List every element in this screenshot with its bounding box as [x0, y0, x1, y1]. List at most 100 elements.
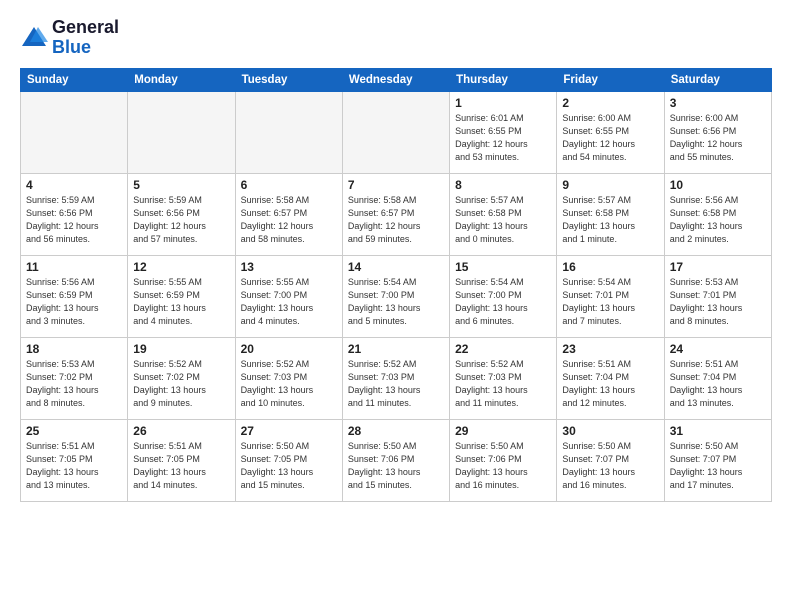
calendar-cell: 2 Sunrise: 6:00 AM Sunset: 6:55 PM Daylig… — [557, 91, 664, 173]
day-number: 8 — [455, 178, 551, 192]
day-number: 4 — [26, 178, 122, 192]
day-info: Sunrise: 5:56 AM Sunset: 6:58 PM Dayligh… — [670, 194, 766, 246]
day-number: 2 — [562, 96, 658, 110]
day-number: 25 — [26, 424, 122, 438]
day-number: 10 — [670, 178, 766, 192]
calendar-cell: 11Sunrise: 5:56 AM Sunset: 6:59 PM Dayli… — [21, 255, 128, 337]
day-info: Sunrise: 5:59 AM Sunset: 6:56 PM Dayligh… — [26, 194, 122, 246]
calendar-cell: 6Sunrise: 5:58 AM Sunset: 6:57 PM Daylig… — [235, 173, 342, 255]
day-info: Sunrise: 5:50 AM Sunset: 7:05 PM Dayligh… — [241, 440, 337, 492]
day-info: Sunrise: 5:51 AM Sunset: 7:04 PM Dayligh… — [670, 358, 766, 410]
logo-icon — [20, 24, 48, 52]
calendar-cell: 1Sunrise: 6:01 AM Sunset: 6:55 PM Daylig… — [450, 91, 557, 173]
calendar-header-tuesday: Tuesday — [235, 68, 342, 91]
day-number: 17 — [670, 260, 766, 274]
logo-text: General Blue — [52, 18, 119, 58]
day-number: 20 — [241, 342, 337, 356]
day-number: 28 — [348, 424, 444, 438]
day-info: Sunrise: 5:57 AM Sunset: 6:58 PM Dayligh… — [562, 194, 658, 246]
header: General Blue — [20, 18, 772, 58]
day-number: 9 — [562, 178, 658, 192]
calendar-cell: 3 Sunrise: 6:00 AM Sunset: 6:56 PM Daylig… — [664, 91, 771, 173]
day-number: 19 — [133, 342, 229, 356]
day-number: 3 — [670, 96, 766, 110]
day-info: Sunrise: 5:52 AM Sunset: 7:03 PM Dayligh… — [348, 358, 444, 410]
day-number: 13 — [241, 260, 337, 274]
calendar-cell: 10 Sunrise: 5:56 AM Sunset: 6:58 PM Dayli… — [664, 173, 771, 255]
day-info: Sunrise: 5:58 AM Sunset: 6:57 PM Dayligh… — [348, 194, 444, 246]
calendar-cell: 23Sunrise: 5:51 AM Sunset: 7:04 PM Dayli… — [557, 337, 664, 419]
day-info: Sunrise: 5:55 AM Sunset: 6:59 PM Dayligh… — [133, 276, 229, 328]
day-number: 24 — [670, 342, 766, 356]
calendar-header-monday: Monday — [128, 68, 235, 91]
day-number: 29 — [455, 424, 551, 438]
calendar-cell: 7 Sunrise: 5:58 AM Sunset: 6:57 PM Daylig… — [342, 173, 449, 255]
day-number: 7 — [348, 178, 444, 192]
day-info: Sunrise: 5:56 AM Sunset: 6:59 PM Dayligh… — [26, 276, 122, 328]
day-info: Sunrise: 5:51 AM Sunset: 7:05 PM Dayligh… — [26, 440, 122, 492]
day-number: 21 — [348, 342, 444, 356]
day-info: Sunrise: 6:01 AM Sunset: 6:55 PM Dayligh… — [455, 112, 551, 164]
day-info: Sunrise: 5:50 AM Sunset: 7:07 PM Dayligh… — [670, 440, 766, 492]
calendar-cell — [128, 91, 235, 173]
calendar-cell — [235, 91, 342, 173]
calendar-cell: 30Sunrise: 5:50 AM Sunset: 7:07 PM Dayli… — [557, 419, 664, 501]
day-number: 16 — [562, 260, 658, 274]
day-info: Sunrise: 5:59 AM Sunset: 6:56 PM Dayligh… — [133, 194, 229, 246]
calendar-week-5: 25 Sunrise: 5:51 AM Sunset: 7:05 PM Dayli… — [21, 419, 772, 501]
calendar-cell: 15Sunrise: 5:54 AM Sunset: 7:00 PM Dayli… — [450, 255, 557, 337]
calendar-cell: 18 Sunrise: 5:53 AM Sunset: 7:02 PM Dayli… — [21, 337, 128, 419]
calendar-header-sunday: Sunday — [21, 68, 128, 91]
day-info: Sunrise: 5:52 AM Sunset: 7:03 PM Dayligh… — [241, 358, 337, 410]
day-number: 14 — [348, 260, 444, 274]
calendar-header-row: SundayMondayTuesdayWednesdayThursdayFrid… — [21, 68, 772, 91]
calendar-cell: 29Sunrise: 5:50 AM Sunset: 7:06 PM Dayli… — [450, 419, 557, 501]
calendar-cell: 8 Sunrise: 5:57 AM Sunset: 6:58 PM Daylig… — [450, 173, 557, 255]
calendar-cell: 21 Sunrise: 5:52 AM Sunset: 7:03 PM Dayli… — [342, 337, 449, 419]
calendar-header-wednesday: Wednesday — [342, 68, 449, 91]
day-number: 18 — [26, 342, 122, 356]
calendar-cell: 24 Sunrise: 5:51 AM Sunset: 7:04 PM Dayli… — [664, 337, 771, 419]
day-info: Sunrise: 5:54 AM Sunset: 7:00 PM Dayligh… — [348, 276, 444, 328]
day-info: Sunrise: 5:53 AM Sunset: 7:02 PM Dayligh… — [26, 358, 122, 410]
day-info: Sunrise: 6:00 AM Sunset: 6:55 PM Dayligh… — [562, 112, 658, 164]
calendar-cell: 22 Sunrise: 5:52 AM Sunset: 7:03 PM Dayli… — [450, 337, 557, 419]
calendar-cell: 9 Sunrise: 5:57 AM Sunset: 6:58 PM Daylig… — [557, 173, 664, 255]
day-info: Sunrise: 6:00 AM Sunset: 6:56 PM Dayligh… — [670, 112, 766, 164]
calendar-cell: 16 Sunrise: 5:54 AM Sunset: 7:01 PM Dayli… — [557, 255, 664, 337]
day-info: Sunrise: 5:52 AM Sunset: 7:03 PM Dayligh… — [455, 358, 551, 410]
day-number: 27 — [241, 424, 337, 438]
calendar-week-3: 11Sunrise: 5:56 AM Sunset: 6:59 PM Dayli… — [21, 255, 772, 337]
day-info: Sunrise: 5:51 AM Sunset: 7:05 PM Dayligh… — [133, 440, 229, 492]
calendar-cell — [342, 91, 449, 173]
calendar-cell: 5 Sunrise: 5:59 AM Sunset: 6:56 PM Daylig… — [128, 173, 235, 255]
day-info: Sunrise: 5:57 AM Sunset: 6:58 PM Dayligh… — [455, 194, 551, 246]
calendar-header-saturday: Saturday — [664, 68, 771, 91]
day-info: Sunrise: 5:52 AM Sunset: 7:02 PM Dayligh… — [133, 358, 229, 410]
calendar-week-2: 4 Sunrise: 5:59 AM Sunset: 6:56 PM Daylig… — [21, 173, 772, 255]
day-number: 31 — [670, 424, 766, 438]
day-info: Sunrise: 5:53 AM Sunset: 7:01 PM Dayligh… — [670, 276, 766, 328]
calendar-cell: 12 Sunrise: 5:55 AM Sunset: 6:59 PM Dayli… — [128, 255, 235, 337]
calendar-cell: 25 Sunrise: 5:51 AM Sunset: 7:05 PM Dayli… — [21, 419, 128, 501]
day-number: 23 — [562, 342, 658, 356]
calendar-cell: 28 Sunrise: 5:50 AM Sunset: 7:06 PM Dayli… — [342, 419, 449, 501]
day-number: 5 — [133, 178, 229, 192]
day-number: 22 — [455, 342, 551, 356]
day-info: Sunrise: 5:54 AM Sunset: 7:01 PM Dayligh… — [562, 276, 658, 328]
calendar-week-1: 1Sunrise: 6:01 AM Sunset: 6:55 PM Daylig… — [21, 91, 772, 173]
day-number: 26 — [133, 424, 229, 438]
calendar-table: SundayMondayTuesdayWednesdayThursdayFrid… — [20, 68, 772, 502]
calendar-cell: 31 Sunrise: 5:50 AM Sunset: 7:07 PM Dayli… — [664, 419, 771, 501]
calendar-cell: 27 Sunrise: 5:50 AM Sunset: 7:05 PM Dayli… — [235, 419, 342, 501]
logo: General Blue — [20, 18, 119, 58]
calendar-cell: 17 Sunrise: 5:53 AM Sunset: 7:01 PM Dayli… — [664, 255, 771, 337]
calendar-cell: 4 Sunrise: 5:59 AM Sunset: 6:56 PM Daylig… — [21, 173, 128, 255]
calendar-week-4: 18 Sunrise: 5:53 AM Sunset: 7:02 PM Dayli… — [21, 337, 772, 419]
calendar-cell: 26 Sunrise: 5:51 AM Sunset: 7:05 PM Dayli… — [128, 419, 235, 501]
calendar-cell: 13Sunrise: 5:55 AM Sunset: 7:00 PM Dayli… — [235, 255, 342, 337]
calendar-cell: 14 Sunrise: 5:54 AM Sunset: 7:00 PM Dayli… — [342, 255, 449, 337]
page: General Blue SundayMondayTuesdayWednesda… — [0, 0, 792, 612]
day-info: Sunrise: 5:50 AM Sunset: 7:06 PM Dayligh… — [348, 440, 444, 492]
day-number: 12 — [133, 260, 229, 274]
